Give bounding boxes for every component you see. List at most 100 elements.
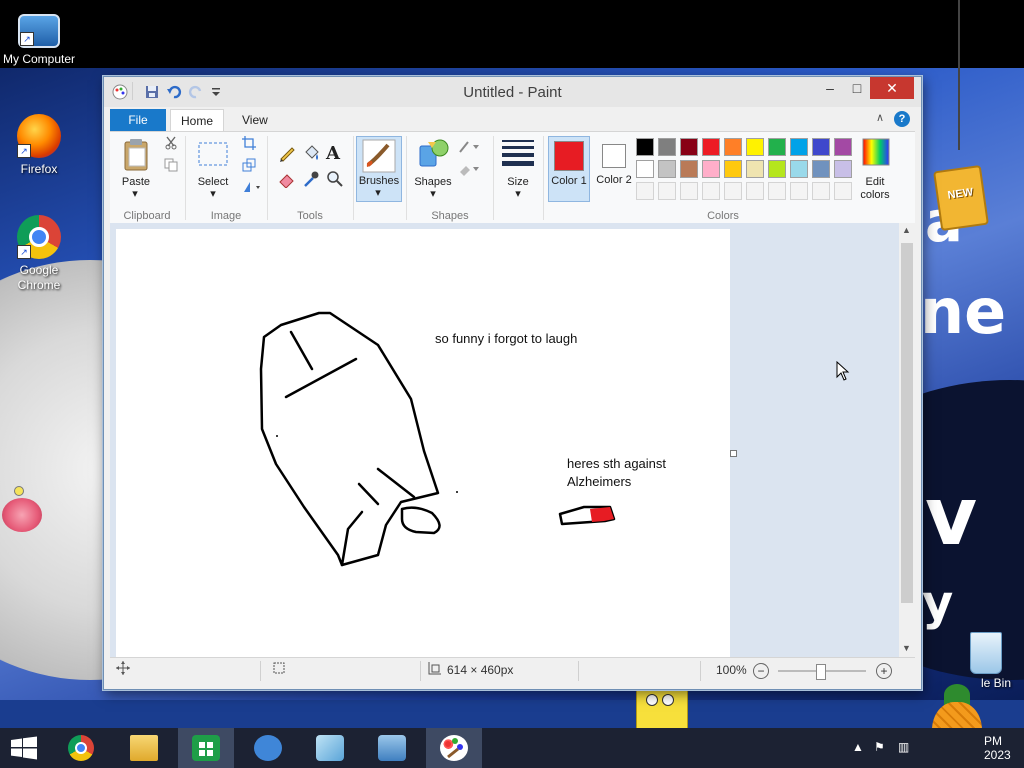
spongebob-eye-right	[662, 694, 674, 706]
shapes-gallery-icon[interactable]	[418, 138, 450, 173]
clock-time: PM	[984, 734, 1002, 748]
taskbar-app-4[interactable]	[240, 728, 296, 768]
zoom-slider[interactable]	[778, 664, 866, 680]
palette-swatch[interactable]	[636, 138, 654, 156]
palette-swatch[interactable]	[834, 160, 852, 178]
taskbar-app-5[interactable]	[302, 728, 358, 768]
palette-swatch[interactable]	[702, 160, 720, 178]
palette-swatch[interactable]	[834, 182, 852, 200]
resize-icon[interactable]	[242, 158, 256, 175]
outline-icon[interactable]	[458, 140, 480, 157]
palette-swatch[interactable]	[658, 160, 676, 178]
drawing-canvas[interactable]: so funny i forgot to laugh heres sth aga…	[116, 229, 730, 657]
palette-swatch[interactable]	[768, 160, 786, 178]
status-separator	[700, 661, 701, 681]
tab-view[interactable]: View	[232, 109, 278, 131]
taskbar-app-6[interactable]	[364, 728, 420, 768]
minimize-button[interactable]: –	[820, 77, 840, 99]
collapse-ribbon-icon[interactable]: ∧	[876, 111, 884, 124]
palette-swatch[interactable]	[812, 182, 830, 200]
eraser-icon[interactable]	[278, 170, 296, 191]
color-picker-icon[interactable]	[302, 170, 320, 191]
size-icon[interactable]	[502, 140, 534, 169]
palette-swatch[interactable]	[724, 182, 742, 200]
edit-colors-icon[interactable]	[862, 138, 890, 169]
palette-swatch[interactable]	[702, 138, 720, 156]
palette-swatch[interactable]	[724, 138, 742, 156]
desktop-icon-chrome[interactable]: ↗ Google Chrome	[1, 215, 77, 293]
network-icon[interactable]: ▥	[898, 740, 909, 754]
new-badge-tag: NEW	[933, 164, 989, 232]
computer-icon: ↗	[18, 14, 60, 48]
desktop-icon-firefox[interactable]: ↗ Firefox	[1, 114, 77, 177]
taskbar-file-explorer[interactable]	[116, 728, 172, 768]
select-dropdown-icon[interactable]: ▾	[208, 188, 218, 201]
palette-swatch[interactable]	[636, 160, 654, 178]
scrollbar-thumb[interactable]	[901, 243, 913, 603]
taskbar-paint[interactable]	[426, 728, 482, 768]
close-button[interactable]: ✕	[870, 77, 914, 99]
zoom-in-button[interactable]: +	[876, 663, 892, 679]
palette-swatch[interactable]	[768, 182, 786, 200]
paste-button[interactable]	[122, 138, 152, 175]
color1-button[interactable]: Color 1	[548, 136, 590, 202]
palette-swatch[interactable]	[768, 138, 786, 156]
text-tool-icon[interactable]: A	[326, 143, 340, 164]
select-button[interactable]	[198, 142, 228, 169]
maximize-button[interactable]: □	[846, 77, 868, 99]
group-separator	[543, 136, 544, 220]
clock[interactable]: PM 2023	[984, 734, 1011, 762]
action-center-icon[interactable]: ⚑	[874, 740, 885, 754]
copy-icon[interactable]	[164, 158, 178, 175]
palette-swatch[interactable]	[746, 160, 764, 178]
paste-dropdown-icon[interactable]: ▾	[130, 188, 140, 201]
palette-swatch[interactable]	[636, 182, 654, 200]
palette-swatch[interactable]	[680, 160, 698, 178]
rotate-icon[interactable]	[242, 180, 262, 197]
pencil-icon[interactable]	[278, 144, 296, 165]
palette-swatch[interactable]	[812, 138, 830, 156]
fill-icon[interactable]	[458, 162, 480, 179]
fill-bucket-icon[interactable]	[302, 144, 320, 165]
canvas-resize-handle[interactable]	[730, 450, 737, 457]
scroll-down-icon[interactable]: ▼	[902, 643, 911, 653]
zoom-slider-thumb[interactable]	[816, 664, 826, 680]
desktop-icon-label: le Bin	[980, 676, 1012, 690]
palette-swatch[interactable]	[724, 160, 742, 178]
palette-swatch[interactable]	[790, 138, 808, 156]
palette-swatch[interactable]	[746, 138, 764, 156]
show-hidden-icons-icon[interactable]: ▲	[852, 740, 864, 754]
magnifier-icon[interactable]	[326, 170, 344, 191]
palette-swatch[interactable]	[658, 138, 676, 156]
size-dropdown-icon[interactable]: ▾	[513, 188, 523, 201]
brushes-button[interactable]: Brushes ▾	[356, 136, 402, 202]
zoom-in-icon: +	[880, 664, 888, 678]
palette-swatch[interactable]	[812, 160, 830, 178]
brushes-dropdown-icon: ▾	[375, 187, 381, 199]
palette-swatch[interactable]	[790, 182, 808, 200]
windows-logo-icon	[11, 736, 37, 760]
palette-swatch[interactable]	[658, 182, 676, 200]
palette-swatch[interactable]	[834, 138, 852, 156]
start-button[interactable]	[10, 736, 38, 760]
color2-swatch	[602, 144, 626, 168]
cut-icon[interactable]	[164, 136, 178, 153]
color2-button[interactable]: Color 2	[594, 136, 636, 202]
desktop-icon-my-computer[interactable]: ↗ My Computer	[1, 10, 77, 67]
vertical-scrollbar[interactable]: ▲ ▼	[899, 223, 915, 657]
group-separator	[493, 136, 494, 220]
taskbar-store[interactable]	[178, 728, 234, 768]
palette-swatch[interactable]	[790, 160, 808, 178]
palette-swatch[interactable]	[746, 182, 764, 200]
crop-icon[interactable]	[242, 136, 256, 153]
scroll-up-icon[interactable]: ▲	[902, 225, 911, 235]
taskbar-chrome[interactable]	[54, 728, 110, 768]
palette-swatch[interactable]	[680, 182, 698, 200]
zoom-out-button[interactable]: −	[753, 663, 769, 679]
palette-swatch[interactable]	[680, 138, 698, 156]
tab-file[interactable]: File	[110, 109, 166, 131]
help-icon[interactable]: ?	[894, 111, 910, 127]
palette-swatch[interactable]	[702, 182, 720, 200]
shapes-dropdown-icon[interactable]: ▾	[428, 188, 438, 201]
tab-home[interactable]: Home	[170, 109, 225, 132]
